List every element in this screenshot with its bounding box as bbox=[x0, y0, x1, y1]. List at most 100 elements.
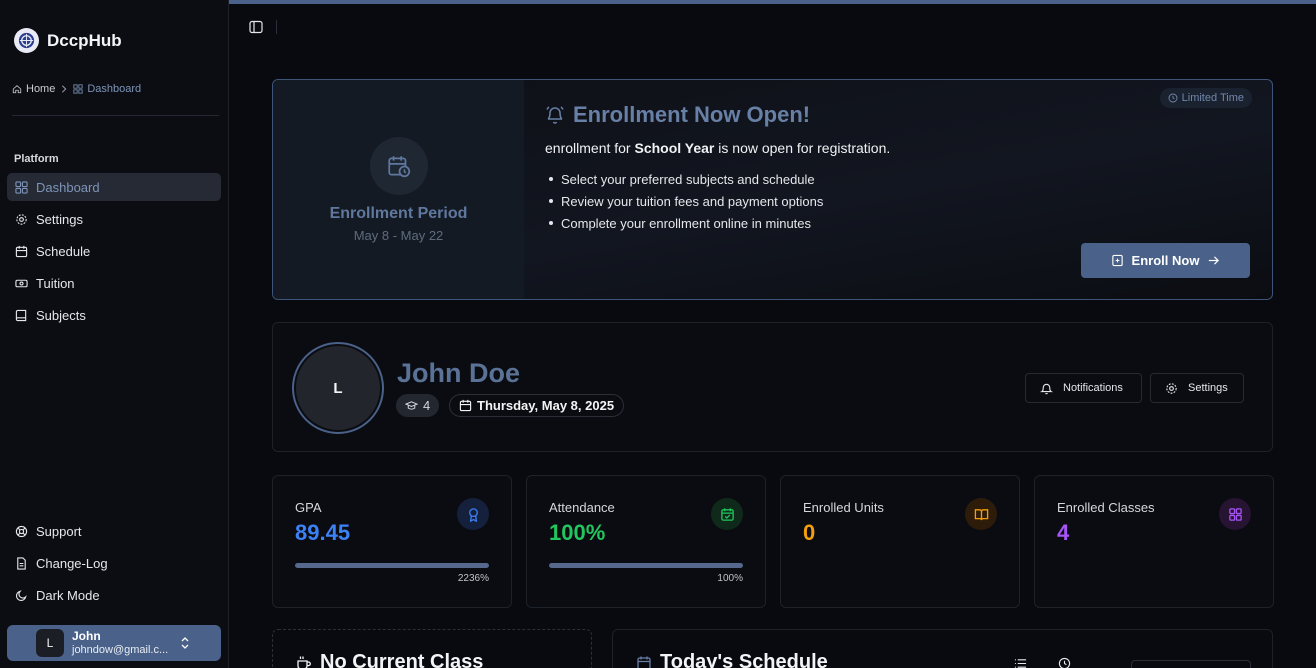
progress-fill bbox=[549, 563, 743, 568]
list-item: Select your preferred subjects and sched… bbox=[549, 168, 823, 190]
breadcrumb-home[interactable]: Home bbox=[26, 83, 55, 95]
stat-label: Enrolled Units bbox=[803, 500, 884, 515]
moon-icon bbox=[15, 589, 27, 601]
brand-logo-icon bbox=[14, 28, 39, 53]
avatar: L bbox=[36, 629, 64, 657]
stat-value: 4 bbox=[1057, 520, 1070, 545]
document-icon bbox=[17, 556, 26, 570]
user-menu[interactable]: L John johndow@gmail.c... bbox=[7, 625, 221, 661]
avatar: L bbox=[296, 346, 380, 430]
user-info: John johndow@gmail.c... bbox=[72, 628, 169, 656]
divider bbox=[276, 20, 277, 34]
tuition-icon bbox=[15, 279, 28, 287]
section-label: Platform bbox=[14, 153, 59, 165]
sidebar-item-tuition[interactable]: Tuition bbox=[7, 269, 221, 297]
enrollment-banner: Enrollment Period May 8 - May 22 Enrollm… bbox=[272, 79, 1273, 300]
banner-bullets: Select your preferred subjects and sched… bbox=[549, 168, 823, 234]
dashboard-icon bbox=[73, 84, 83, 94]
enroll-now-label: Enroll Now bbox=[1131, 253, 1200, 268]
stat-label: Attendance bbox=[549, 500, 615, 515]
breadcrumb-current[interactable]: Dashboard bbox=[87, 83, 141, 95]
sidebar-nav: Dashboard Settings Schedule Tuition Subj… bbox=[7, 173, 221, 333]
bell-icon bbox=[1040, 383, 1053, 394]
graduation-cap-icon bbox=[405, 401, 418, 410]
profile-card: L John Doe 4 Thursday, May 8, 2025 Notif… bbox=[272, 322, 1273, 452]
sidebar-item-label: Schedule bbox=[36, 243, 91, 259]
coffee-icon bbox=[297, 656, 311, 668]
calendar-icon bbox=[15, 245, 28, 257]
sidebar-item-label: Tuition bbox=[36, 275, 75, 291]
sidebar-item-subjects[interactable]: Subjects bbox=[7, 301, 221, 329]
enroll-now-button[interactable]: Enroll Now bbox=[1081, 243, 1250, 278]
banner-desc-suffix: is now open for registration. bbox=[714, 140, 891, 156]
sidebar-item-settings[interactable]: Settings bbox=[7, 205, 221, 233]
list-view-button[interactable] bbox=[1003, 653, 1037, 668]
sidebar-item-label: Subjects bbox=[36, 307, 86, 323]
sidebar-item-support[interactable]: Support bbox=[7, 517, 221, 545]
arrow-right-icon bbox=[1209, 256, 1220, 265]
breadcrumb: Home Dashboard bbox=[12, 83, 141, 95]
current-class-title: No Current Class bbox=[320, 651, 484, 668]
banner-description: enrollment for School Year is now open f… bbox=[545, 140, 890, 156]
app-root: DccpHub Home Dashboard Platform Dashboar… bbox=[0, 0, 1316, 668]
sidebar-toggle-icon[interactable] bbox=[249, 20, 263, 34]
date-badge: Thursday, May 8, 2025 bbox=[449, 394, 625, 417]
banner-desc-bold: School Year bbox=[634, 140, 715, 156]
home-icon bbox=[12, 85, 22, 94]
notifications-label: Notifications bbox=[1063, 382, 1123, 394]
user-email: johndow@gmail.c... bbox=[72, 643, 169, 656]
limited-time-label: Limited Time bbox=[1181, 92, 1244, 104]
timeline-view-button[interactable] bbox=[1047, 653, 1081, 668]
top-accent-bar bbox=[229, 0, 1316, 4]
stat-card-gpa: GPA 89.45 2236% bbox=[272, 475, 512, 608]
book-icon bbox=[15, 309, 27, 321]
calendar-icon bbox=[459, 399, 472, 412]
gpa-progress-bar bbox=[295, 563, 489, 568]
profile-name: John Doe bbox=[397, 358, 521, 388]
gear-icon bbox=[1166, 382, 1177, 394]
dashboard-icon bbox=[15, 180, 28, 194]
clock-icon bbox=[1168, 93, 1178, 103]
sidebar-item-changelog[interactable]: Change-Log bbox=[7, 549, 221, 577]
brand-name: DccpHub bbox=[47, 30, 122, 50]
schedule-view-toggle bbox=[1003, 653, 1081, 668]
support-icon bbox=[15, 525, 28, 537]
stat-label: Enrolled Classes bbox=[1057, 500, 1155, 515]
current-class-header: No Current Class bbox=[296, 651, 483, 668]
bell-icon bbox=[546, 106, 564, 124]
sidebar-item-dashboard[interactable]: Dashboard bbox=[7, 173, 221, 201]
list-item: Review your tuition fees and payment opt… bbox=[549, 190, 823, 212]
list-icon bbox=[1014, 658, 1026, 668]
sidebar-item-label: Support bbox=[36, 523, 82, 539]
stat-card-enrolled-classes: Enrolled Classes 4 bbox=[1034, 475, 1274, 608]
calendar-clock-icon bbox=[370, 137, 428, 195]
list-item: Complete your enrollment online in minut… bbox=[549, 212, 823, 234]
attendance-progress-bar bbox=[549, 563, 743, 568]
attendance-progress-label: 100% bbox=[717, 573, 743, 584]
banner-title-text: Enrollment Now Open! bbox=[573, 102, 811, 127]
banner-title: Enrollment Now Open! bbox=[545, 102, 810, 128]
open-book-icon bbox=[965, 498, 997, 530]
settings-label: Settings bbox=[1188, 382, 1228, 394]
todays-schedule-card: Today's Schedule bbox=[612, 629, 1273, 668]
enrollment-period-dates: May 8 - May 22 bbox=[353, 228, 444, 243]
year-level-value: 4 bbox=[423, 398, 431, 413]
calendar-icon bbox=[637, 656, 651, 668]
stat-value: 0 bbox=[803, 520, 816, 545]
stat-card-enrolled-units: Enrolled Units 0 bbox=[780, 475, 1020, 608]
settings-button[interactable]: Settings bbox=[1150, 373, 1244, 403]
sidebar-item-dark-mode[interactable]: Dark Mode bbox=[7, 581, 221, 609]
chevron-up-down-icon bbox=[181, 637, 189, 649]
schedule-filter-select[interactable] bbox=[1131, 660, 1251, 668]
current-class-card: No Current Class bbox=[272, 629, 592, 668]
chevron-right-icon bbox=[62, 85, 67, 93]
sidebar-item-schedule[interactable]: Schedule bbox=[7, 237, 221, 265]
sidebar-item-label: Change-Log bbox=[36, 555, 108, 571]
schedule-title: Today's Schedule bbox=[660, 651, 828, 668]
stat-value: 89.45 bbox=[295, 520, 351, 545]
user-name: John bbox=[72, 628, 101, 643]
notifications-button[interactable]: Notifications bbox=[1025, 373, 1142, 403]
limited-time-badge: Limited Time bbox=[1159, 88, 1252, 108]
divider bbox=[12, 115, 219, 116]
brand[interactable]: DccpHub bbox=[14, 28, 122, 53]
